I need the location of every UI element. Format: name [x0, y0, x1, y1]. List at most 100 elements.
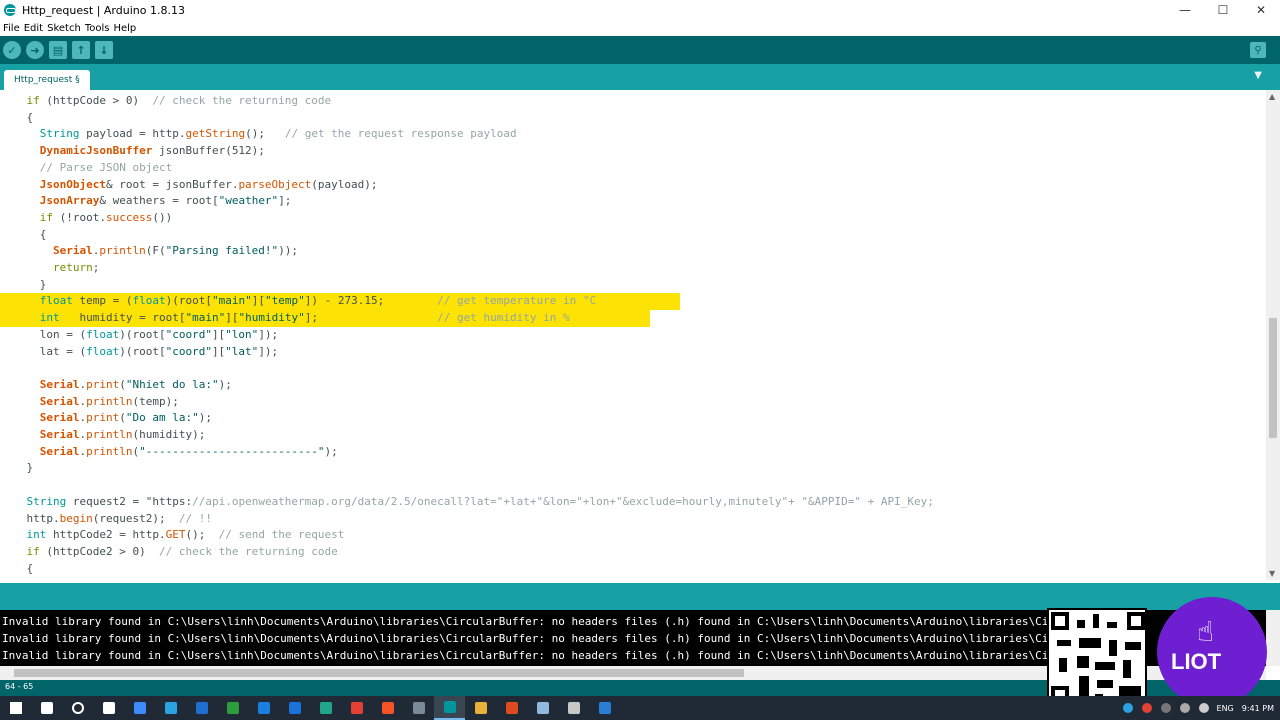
brave-icon[interactable] — [372, 696, 403, 720]
menu-bar: File Edit Sketch Tools Help — [0, 20, 1280, 36]
status-strip — [0, 580, 1280, 610]
code-line: lon = (float)(root["coord"]["lon"]); — [0, 327, 279, 341]
menu-file[interactable]: File — [3, 23, 20, 34]
arrow-up-icon: ↑ — [76, 43, 86, 57]
code-line: JsonObject& root = jsonBuffer.parseObjec… — [39, 177, 378, 191]
telegram-icon[interactable] — [155, 696, 186, 720]
vscode-icon[interactable] — [589, 696, 620, 720]
edge-icon[interactable] — [248, 696, 279, 720]
code-line: Serial.println(temp); — [39, 394, 179, 408]
open-button[interactable]: ↑ — [72, 41, 90, 59]
close-button[interactable]: ✕ — [1242, 0, 1280, 20]
photos-icon[interactable] — [403, 696, 434, 720]
code-line: int httpCode2 = http.GET(); // send the … — [26, 528, 345, 542]
serial-monitor-button[interactable]: ⚲ — [1250, 42, 1266, 58]
tab-menu-icon[interactable]: ▼ — [1254, 70, 1262, 81]
code-line: String payload = http.getString(); // ge… — [39, 127, 517, 141]
file-icon[interactable] — [124, 696, 155, 720]
verify-button[interactable]: ✓ — [3, 41, 21, 59]
code-line: return; — [52, 261, 100, 274]
arduino-icon — [4, 4, 16, 16]
window-title: Http_request | Arduino 1.8.13 — [22, 3, 185, 17]
notepad-icon[interactable] — [527, 696, 558, 720]
arduino-icon[interactable] — [434, 696, 465, 720]
scroll-down-icon[interactable]: ▼ — [1269, 569, 1275, 578]
scrollbar-thumb[interactable] — [1269, 318, 1277, 438]
code-line: JsonArray& weathers = root["weather"]; — [39, 194, 292, 208]
mail-icon[interactable] — [279, 696, 310, 720]
code-line: { — [0, 561, 34, 575]
menu-sketch[interactable]: Sketch — [47, 23, 81, 34]
arrow-down-icon: ↓ — [99, 43, 109, 57]
arrow-right-icon: ➜ — [30, 43, 40, 57]
toolbar: ✓ ➜ ▤ ↑ ↓ ⚲ — [0, 36, 1280, 64]
magnifier-icon: ⚲ — [1254, 44, 1262, 56]
task-view-icon[interactable] — [93, 696, 124, 720]
code-line: http.begin(request2); // !! — [0, 511, 212, 525]
new-button[interactable]: ▤ — [49, 41, 67, 59]
minimize-button[interactable]: — — [1166, 0, 1204, 20]
system-tray: ENG 9:41 PM — [1114, 696, 1274, 720]
hand-pointer-icon: ☝ — [1197, 615, 1215, 648]
brand-badge: ☝ LIOT — [1157, 597, 1267, 707]
scroll-up-icon[interactable]: ▲ — [1269, 92, 1275, 101]
tab-http-request[interactable]: Http_request § — [4, 70, 90, 90]
code-line: } — [0, 277, 47, 291]
tray-icon[interactable] — [1122, 703, 1133, 713]
code-line: float temp = (float)(root["main"]["temp"… — [0, 293, 680, 311]
file-icon: ▤ — [52, 43, 64, 57]
code-line: Serial.println(humidity); — [39, 428, 206, 441]
tray-icon[interactable] — [1141, 703, 1152, 713]
search-icon[interactable] — [31, 696, 62, 720]
brand-logo-text: LIOT — [1171, 649, 1222, 674]
code-line: Serial.println("------------------------… — [39, 444, 338, 458]
chat-icon[interactable] — [310, 696, 341, 720]
title-bar: Http_request | Arduino 1.8.13 — ☐ ✕ — [0, 0, 1280, 20]
code-line: DynamicJsonBuffer jsonBuffer(512); — [39, 144, 265, 158]
qr-code — [1047, 608, 1147, 706]
windows-start-icon[interactable] — [0, 696, 31, 720]
folder-icon[interactable] — [465, 696, 496, 720]
language-indicator[interactable]: ENG — [1217, 704, 1234, 713]
code-line: { — [0, 110, 34, 124]
code-line: String request2 = "https://api.openweath… — [26, 494, 934, 508]
menu-help[interactable]: Help — [113, 23, 136, 34]
code-line: Serial.println(F("Parsing failed!")); — [52, 244, 299, 258]
tray-icon[interactable] — [1198, 703, 1209, 713]
editor-scrollbar[interactable]: ▲ ▼ — [1266, 90, 1280, 580]
calculator-icon[interactable] — [186, 696, 217, 720]
code-line: lat = (float)(root["coord"]["lat"]); — [0, 344, 279, 358]
upload-button[interactable]: ➜ — [26, 41, 44, 59]
settings-icon[interactable] — [558, 696, 589, 720]
tab-bar: Http_request § ▼ — [0, 64, 1280, 90]
code-line: // Parse JSON object — [39, 160, 173, 174]
app-red-icon[interactable] — [496, 696, 527, 720]
code-line: int humidity = root["main"]["humidity"];… — [0, 310, 650, 327]
menu-edit[interactable]: Edit — [24, 23, 43, 34]
clock[interactable]: 9:41 PM — [1242, 704, 1274, 713]
tray-icon[interactable] — [1179, 703, 1190, 713]
console-line: Invalid library found in C:\Users\linh\D… — [2, 615, 1128, 628]
console-scrollbar[interactable] — [1266, 610, 1280, 666]
hscroll-thumb[interactable] — [14, 669, 744, 677]
maximize-button[interactable]: ☐ — [1204, 0, 1242, 20]
code-line: Serial.print("Do am la:"); — [39, 411, 212, 425]
console-line: Invalid library found in C:\Users\linh\D… — [2, 649, 1128, 662]
code-line: if (httpCode > 0) // check the returning… — [26, 94, 332, 107]
code-line: } — [0, 461, 34, 475]
code-line: if (httpCode2 > 0) // check the returnin… — [26, 544, 338, 558]
apps-icon[interactable] — [217, 696, 248, 720]
code-line: { — [0, 227, 47, 241]
cortana-icon[interactable] — [62, 696, 93, 720]
taskbar: ENG 9:41 PM — [0, 696, 1280, 720]
console-line: Invalid library found in C:\Users\linh\D… — [2, 632, 1128, 645]
code-editor[interactable]: if (httpCode > 0) // check the returning… — [0, 90, 1266, 580]
window-controls: — ☐ ✕ — [1166, 0, 1280, 20]
code-line: Serial.print("Nhiet do la:"); — [39, 377, 232, 391]
line-number: 64 - 65 — [5, 682, 34, 691]
save-button[interactable]: ↓ — [95, 41, 113, 59]
check-icon: ✓ — [7, 43, 17, 57]
tray-icon[interactable] — [1160, 703, 1171, 713]
chrome-icon[interactable] — [341, 696, 372, 720]
menu-tools[interactable]: Tools — [85, 23, 110, 34]
